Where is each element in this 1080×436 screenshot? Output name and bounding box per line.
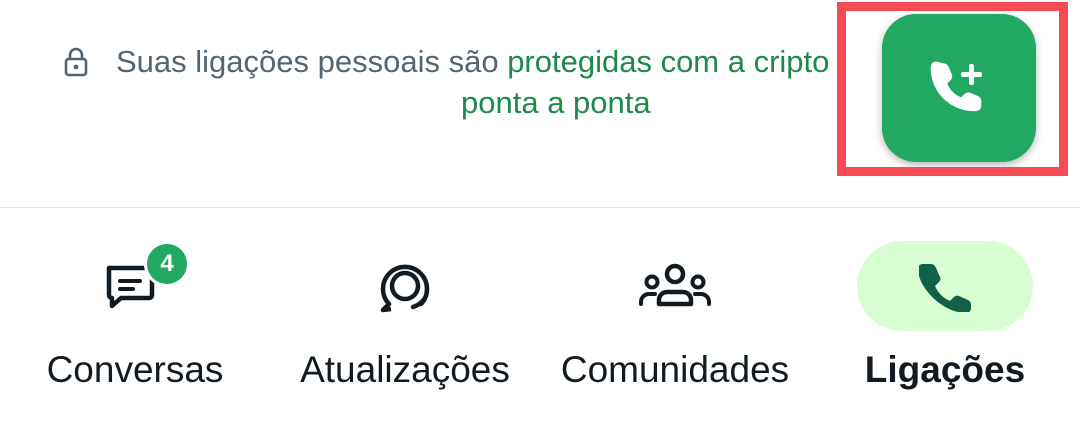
- communities-icon: [639, 263, 711, 307]
- lock-icon: [64, 47, 88, 77]
- tab-label-comunidades: Comunidades: [560, 349, 790, 390]
- tab-comunidades[interactable]: Comunidades: [540, 208, 810, 436]
- encryption-text-prefix: Suas ligações pessoais são: [116, 44, 508, 79]
- tab-atualizacoes[interactable]: Atualizações: [270, 208, 540, 436]
- bottom-navigation: 4 Conversas Atualizações Comunidades Lig…: [0, 208, 1080, 436]
- encryption-link[interactable]: protegidas com a cripto: [507, 44, 829, 79]
- phone-icon: [919, 264, 971, 312]
- unread-badge: 4: [144, 241, 190, 287]
- tab-ligacoes[interactable]: Ligações: [810, 208, 1080, 436]
- tab-label-atualizacoes: Atualizações: [300, 349, 510, 390]
- tab-conversas[interactable]: 4 Conversas: [0, 208, 270, 436]
- tab-label-ligacoes: Ligações: [864, 349, 1026, 390]
- tab-label-conversas: Conversas: [46, 349, 224, 390]
- new-call-button[interactable]: [882, 14, 1036, 162]
- updates-icon: [380, 264, 430, 313]
- add-call-icon: [930, 61, 982, 112]
- encryption-link-continued[interactable]: ponta a ponta: [461, 82, 651, 124]
